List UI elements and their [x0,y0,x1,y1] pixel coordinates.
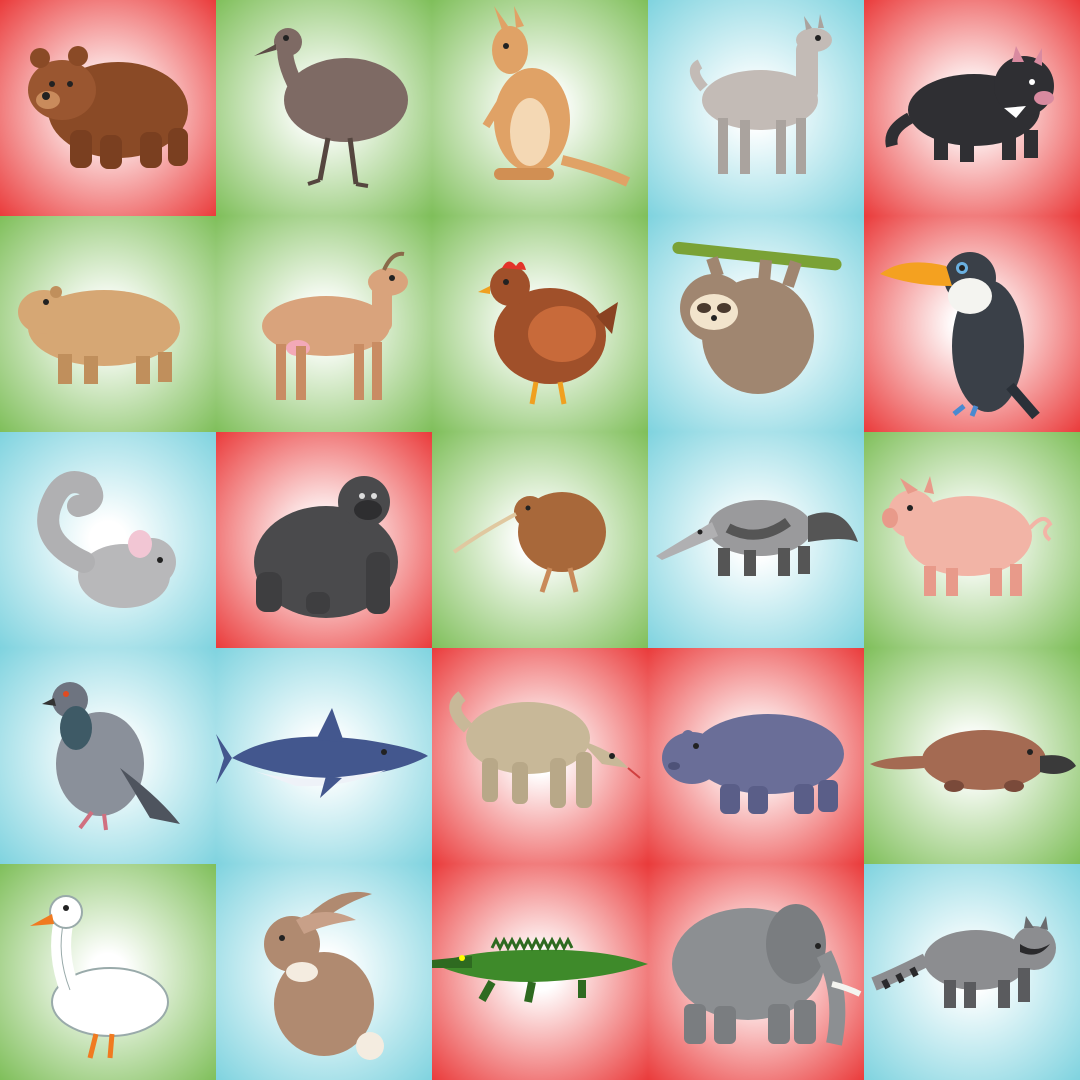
crocodile-icon [432,936,648,1003]
tile-gorilla[interactable] [216,432,432,648]
tile-sloth[interactable] [648,216,864,432]
tile-emu[interactable] [216,0,432,216]
rabbit-icon [264,891,384,1060]
tile-komodo-dragon[interactable] [432,648,648,864]
tile-shark[interactable] [216,648,432,864]
komodo-dragon-icon [449,691,641,808]
tile-goat[interactable] [216,216,432,432]
anteater-icon [656,500,858,576]
tile-hippopotamus[interactable] [648,648,864,864]
tile-anteater[interactable] [648,432,864,648]
pig-icon [882,476,1053,596]
tasmanian-devil-icon [885,46,1054,162]
goose-icon [30,895,169,1059]
tile-pig[interactable] [864,432,1080,648]
kiwi-icon [452,492,606,593]
bear-icon [28,46,188,169]
tile-platypus[interactable] [864,648,1080,864]
hen-icon [478,261,618,405]
goat-icon [262,251,408,400]
tile-rabbit[interactable] [216,864,432,1080]
capybara-icon [18,286,180,384]
tile-llama[interactable] [648,0,864,216]
tile-capybara[interactable] [0,216,216,432]
animal-tile-board [0,0,1080,1080]
llama-icon [689,14,832,174]
tile-tasmanian-devil[interactable] [864,0,1080,216]
hippopotamus-icon [662,714,844,814]
shark-icon [216,708,428,798]
platypus-icon [870,730,1076,792]
tile-toucan[interactable] [864,216,1080,432]
tile-chinchilla[interactable] [0,432,216,648]
gorilla-icon [254,476,398,618]
toucan-icon [880,252,1040,420]
emu-icon [254,28,408,188]
sloth-icon [672,241,842,394]
kangaroo-icon [482,6,631,187]
tile-goose[interactable] [0,864,216,1080]
elephant-icon [672,904,862,1046]
tile-bear[interactable] [0,0,216,216]
tile-raccoon[interactable] [864,864,1080,1080]
chinchilla-icon [37,471,176,608]
tile-hen[interactable] [432,216,648,432]
tile-kangaroo[interactable] [432,0,648,216]
tile-kiwi[interactable] [432,432,648,648]
raccoon-icon [871,916,1056,1008]
tile-elephant[interactable] [648,864,864,1080]
tile-crocodile[interactable] [432,864,648,1080]
pigeon-icon [42,682,180,831]
tile-pigeon[interactable] [0,648,216,864]
